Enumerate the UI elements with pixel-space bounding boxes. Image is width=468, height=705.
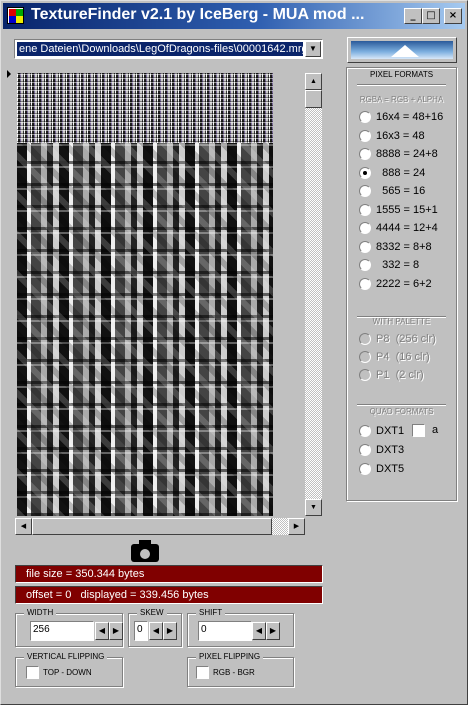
width-increase-button[interactable]: ▶ xyxy=(109,622,123,640)
radio-label: DXT1 xyxy=(376,425,405,437)
shift-group: SHIFT 0 ◀ ▶ xyxy=(187,607,294,647)
radio-button xyxy=(359,369,371,381)
radio-button[interactable] xyxy=(359,148,371,160)
offset-marker-icon xyxy=(7,70,11,78)
radio-button[interactable] xyxy=(359,240,371,253)
formats-panel: PIXEL FORMATS RGBA = RGB + ALPHA 16x4 = … xyxy=(346,67,457,501)
shift-input[interactable]: 0 xyxy=(198,621,252,641)
dxt1-alpha-label: a xyxy=(432,424,439,436)
scroll-left-icon[interactable]: ◀ xyxy=(15,518,32,535)
vertical-flipping-group: VERTICAL FLIPPING TOP - DOWN xyxy=(15,651,123,687)
rgba-subtitle: RGBA = RGB + ALPHA xyxy=(359,95,444,104)
radio-label: 2222 = 6+2 xyxy=(376,277,432,290)
shift-label: SHIFT xyxy=(196,607,226,619)
pixel-flipping-label: PIXEL FLIPPING xyxy=(196,651,264,663)
offset-info: offset = 0 displayed = 339.456 bytes xyxy=(15,586,323,604)
radio-button[interactable] xyxy=(359,259,371,271)
rgb-bgr-label: RGB - BGR xyxy=(213,668,255,677)
vertical-flipping-label: VERTICAL FLIPPING xyxy=(24,651,108,663)
skew-label: SKEW xyxy=(137,607,167,619)
radio-button[interactable] xyxy=(359,277,371,290)
radio-button[interactable] xyxy=(359,129,371,142)
with-palette-title: WITH PALETTE xyxy=(372,317,431,326)
radio-button xyxy=(359,351,371,363)
radio-button[interactable] xyxy=(359,425,371,437)
camera-icon[interactable] xyxy=(130,539,160,563)
radio-label: DXT5 xyxy=(376,463,405,475)
width-label: WIDTH xyxy=(24,607,57,619)
rgb-bgr-checkbox[interactable] xyxy=(196,666,209,679)
shift-decrease-button[interactable]: ◀ xyxy=(252,622,266,640)
radio-label: P8 (256 clr) xyxy=(376,333,436,345)
radio-label: 8888 = 24+8 xyxy=(376,148,438,160)
radio-label: P4 (16 clr) xyxy=(376,351,430,363)
top-down-checkbox[interactable] xyxy=(26,666,39,679)
radio-button[interactable] xyxy=(359,111,371,123)
radio-button[interactable] xyxy=(359,203,371,216)
width-group: WIDTH 256 ◀ ▶ xyxy=(15,607,123,647)
iceberg-logo xyxy=(351,41,453,59)
file-path-value[interactable]: ene Dateien\Downloads\LegOfDragons-files… xyxy=(17,42,303,56)
quad-formats-title: QUAD FORMATS xyxy=(369,407,434,416)
skew-increase-button[interactable]: ▶ xyxy=(163,622,177,640)
horizontal-scroll-thumb[interactable] xyxy=(32,518,272,535)
skew-input[interactable]: 0 xyxy=(134,621,148,641)
app-icon[interactable] xyxy=(7,7,24,24)
radio-label: 1555 = 15+1 xyxy=(376,203,438,216)
radio-label: 888 = 24 xyxy=(376,166,426,179)
horizontal-scrollbar[interactable]: ◀ ▶ xyxy=(15,518,305,535)
radio-label: 332 = 8 xyxy=(376,259,420,271)
radio-label: 4444 = 12+4 xyxy=(376,222,438,234)
file-size-info: file size = 350.344 bytes xyxy=(15,565,323,583)
radio-button[interactable] xyxy=(359,185,371,197)
skew-decrease-button[interactable]: ◀ xyxy=(149,622,163,640)
skew-group: SKEW 0 ◀ ▶ xyxy=(128,607,182,647)
radio-button[interactable] xyxy=(359,463,371,475)
radio-label: 16x4 = 48+16 xyxy=(376,111,444,123)
divider xyxy=(357,84,446,86)
radio-button[interactable] xyxy=(359,166,371,179)
close-button[interactable]: × xyxy=(444,8,462,24)
texture-viewer: ▲ ▼ ◀ ▶ xyxy=(15,71,323,535)
window-title: TextureFinder v2.1 by IceBerg - MUA mod … xyxy=(31,6,365,23)
width-input[interactable]: 256 xyxy=(30,621,94,641)
file-path-combobox[interactable]: ene Dateien\Downloads\LegOfDragons-files… xyxy=(14,39,323,59)
dxt1-alpha-checkbox[interactable] xyxy=(412,424,425,437)
vertical-scrollbar[interactable]: ▲ ▼ xyxy=(305,73,322,516)
radio-label: P1 (2 clr) xyxy=(376,369,424,381)
iceberg-logo-button[interactable] xyxy=(347,37,457,63)
radio-label: 16x3 = 48 xyxy=(376,129,425,142)
radio-label: DXT3 xyxy=(376,444,405,456)
scroll-down-icon[interactable]: ▼ xyxy=(305,499,322,516)
main-window: TextureFinder v2.1 by IceBerg - MUA mod … xyxy=(0,0,468,705)
minimize-button[interactable]: _ xyxy=(404,8,422,24)
vertical-scroll-thumb[interactable] xyxy=(305,90,322,108)
radio-button[interactable] xyxy=(359,444,371,456)
pixel-formats-title: PIXEL FORMATS xyxy=(369,70,434,79)
shift-increase-button[interactable]: ▶ xyxy=(266,622,280,640)
width-decrease-button[interactable]: ◀ xyxy=(95,622,109,640)
radio-label: 565 = 16 xyxy=(376,185,426,197)
chevron-down-icon[interactable]: ▼ xyxy=(305,41,321,57)
pixel-flipping-group: PIXEL FLIPPING RGB - BGR xyxy=(187,651,294,687)
radio-button xyxy=(359,333,371,345)
maximize-button[interactable]: □ xyxy=(422,8,440,24)
scroll-up-icon[interactable]: ▲ xyxy=(305,73,322,90)
radio-button[interactable] xyxy=(359,222,371,234)
scroll-right-icon[interactable]: ▶ xyxy=(288,518,305,535)
radio-label: 8332 = 8+8 xyxy=(376,240,432,253)
title-bar[interactable]: TextureFinder v2.1 by IceBerg - MUA mod … xyxy=(3,3,465,29)
texture-preview[interactable] xyxy=(17,73,273,516)
top-down-label: TOP - DOWN xyxy=(43,668,92,677)
